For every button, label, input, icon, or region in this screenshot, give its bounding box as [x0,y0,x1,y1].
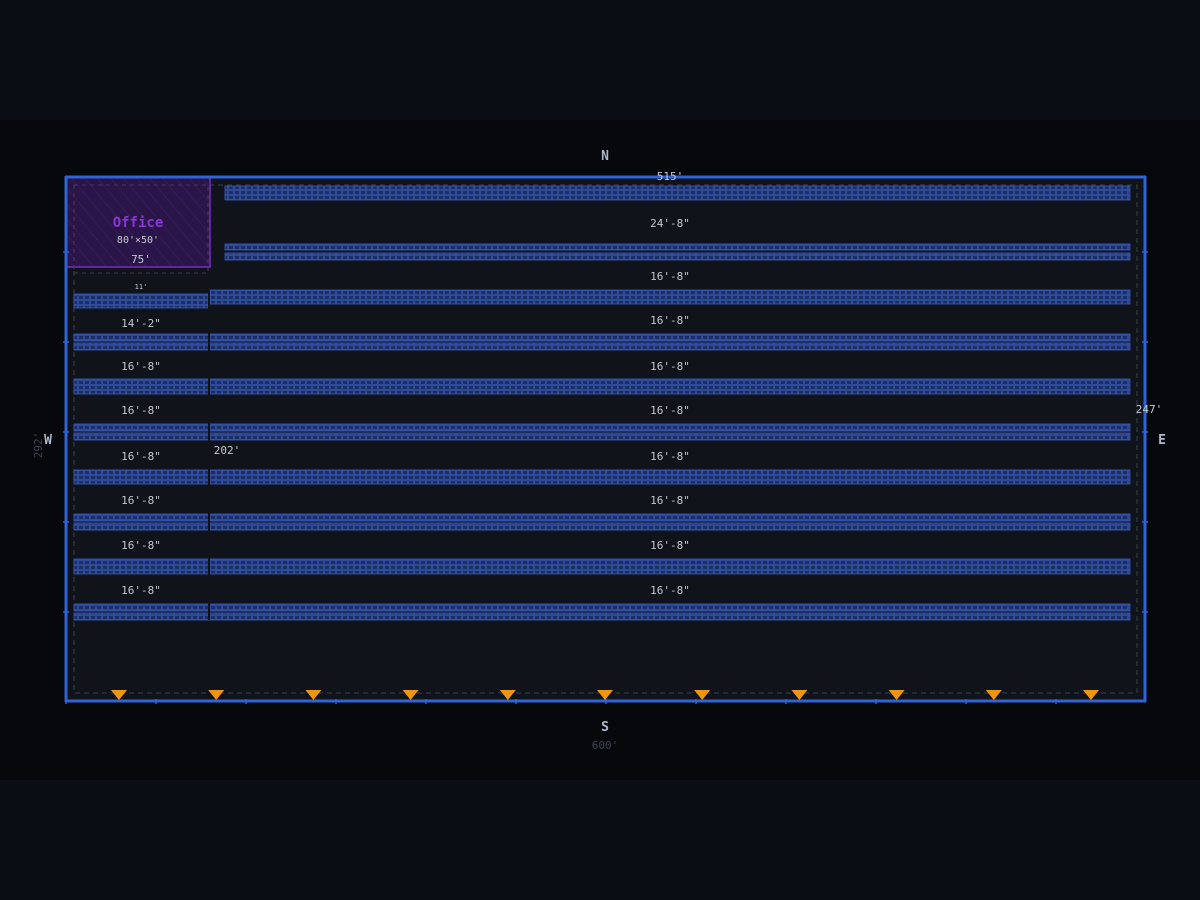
rack-row [224,243,1131,251]
rack-row [73,603,1131,612]
floor-plan-svg: Office 80'×50' 24'-8" 16'-8" 16'-8" 16'-8" 1… [32,149,1166,752]
compass-south: S [601,720,609,735]
dim-south-length: 600' [592,739,619,752]
aisle-width-label: 16'-8" [121,450,161,463]
dim-east-length: 247' [1136,403,1163,416]
rack-row [224,185,1131,201]
aisle-width-label: 16'-8" [650,494,690,507]
rack-row [73,612,1131,621]
dim-north-length: 515' [657,170,684,183]
aisle-width-label: 16'-8" [650,450,690,463]
aisle-width-label: 16'-8" [121,404,161,417]
rack-row [224,252,1131,261]
office-title: Office [113,215,164,231]
aisle-width-label: 16'-8" [121,494,161,507]
aisle-width-label: 16'-8" [650,270,690,283]
warehouse-plan-view: Office 80'×50' 24'-8" 16'-8" 16'-8" 16'-8" 1… [0,0,1200,900]
aisle-width-label: 24'-8" [650,217,690,230]
dim-small-gap: 11' [135,283,148,291]
aisle-width-label: 16'-8" [650,360,690,373]
office-size: 80'×50' [117,235,159,246]
rack-row [73,423,1131,432]
compass-west: W [44,433,52,448]
dim-west-length: 292' [32,432,45,459]
rack-row [73,432,1131,441]
compass-north: N [601,149,609,164]
rack-row [73,469,1131,485]
compass-east: E [1158,433,1166,448]
dim-office-aisle: 75' [131,253,151,266]
aisle-width-label: 16'-8" [121,360,161,373]
rack-row [73,293,209,309]
rack-row [73,333,1131,342]
rack-row [73,513,1131,522]
aisle-width-label: 16'-8" [650,314,690,327]
aisle-width-label: 14'-2" [121,317,161,330]
aisle-width-label: 16'-8" [650,404,690,417]
rack-row [73,378,1131,395]
rack-row [73,558,1131,575]
aisle-width-label: 16'-8" [121,539,161,552]
aisle-width-label: 16'-8" [650,539,690,552]
aisle-width-label: 16'-8" [650,584,690,597]
rack-row [73,342,1131,351]
aisle-width-label: 16'-8" [121,584,161,597]
rack-row [209,289,1131,305]
dim-mid-label: 202' [214,444,241,457]
rack-row [73,522,1131,531]
